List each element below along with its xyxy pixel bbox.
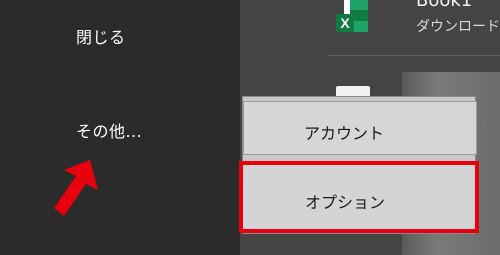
recent-file-location: ダウンロード — [416, 19, 500, 35]
recent-file-name: Book1 — [416, 0, 473, 11]
red-arrow-icon — [54, 160, 98, 216]
more-flyout-menu: アカウント オプション — [239, 96, 479, 234]
close-menu-item[interactable]: 閉じる — [76, 24, 126, 48]
excel-file-icon: X — [336, 0, 368, 32]
backstage-menu: 閉じる その他... — [0, 0, 240, 255]
divider — [328, 55, 500, 56]
recent-file-item[interactable]: X Book1 ダウンロード — [240, 0, 500, 55]
more-menu-item[interactable]: その他... — [76, 118, 142, 142]
options-menu-item[interactable]: オプション — [239, 161, 479, 233]
excel-backstage-view: 閉じる その他... X Book1 ダウンロード アカウント オプション — [0, 0, 500, 255]
svg-text:X: X — [340, 15, 350, 31]
account-menu-item[interactable]: アカウント — [243, 101, 477, 155]
